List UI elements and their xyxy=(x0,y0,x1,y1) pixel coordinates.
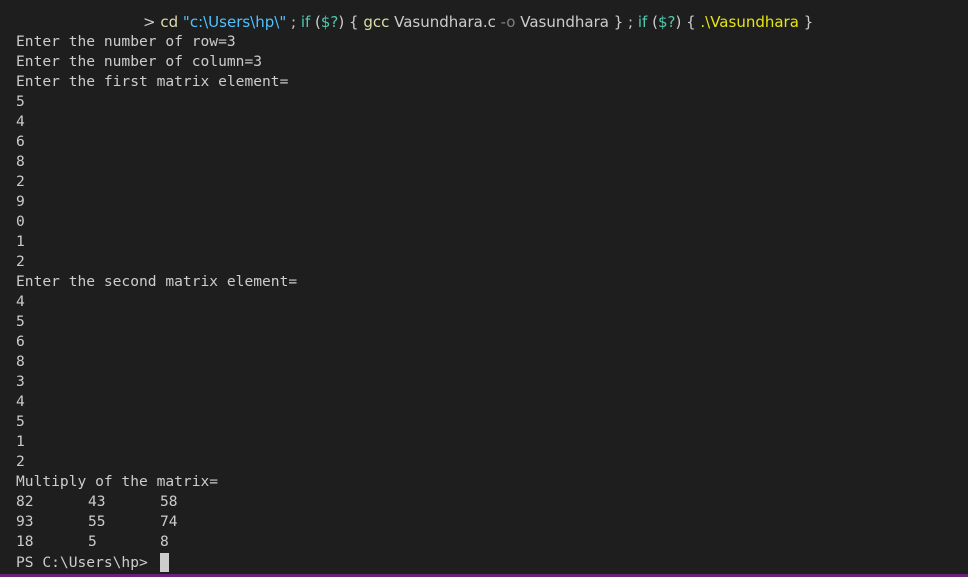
command-token: .\Vasundhara xyxy=(700,13,799,31)
output-line: 4 xyxy=(16,293,25,310)
output-line: 2 xyxy=(16,253,25,270)
terminal-panel[interactable]: > cd "c:\Users\hp\" ; if ($?) { gcc Vasu… xyxy=(0,0,968,574)
output-line: Enter the number of row=3 xyxy=(16,33,236,50)
command-token: -o xyxy=(500,13,516,31)
output-line: 6 xyxy=(16,133,25,150)
matrix-cell: 43 xyxy=(88,493,106,510)
output-line: Enter the first matrix element= xyxy=(16,73,289,90)
output-line: 4 xyxy=(16,113,25,130)
command-token: ) { xyxy=(338,13,364,31)
command-token: $? xyxy=(320,13,339,31)
output-line: 8 xyxy=(16,153,25,170)
output-line: 9 xyxy=(16,193,25,210)
command-token: if xyxy=(300,13,311,31)
output-line: 0 xyxy=(16,213,25,230)
output-line: Enter the second matrix element= xyxy=(16,273,298,290)
matrix-cell: 8 xyxy=(160,533,169,550)
command-token: gcc xyxy=(363,13,390,31)
matrix-cell: 74 xyxy=(160,513,178,530)
matrix-cell: 93 xyxy=(16,513,34,530)
matrix-cell: 18 xyxy=(16,533,34,550)
output-line: 5 xyxy=(16,413,25,430)
shell-prompt: PS C:\Users\hp> xyxy=(16,554,148,571)
command-token: } xyxy=(798,13,814,31)
output-line: Enter the number of column=3 xyxy=(16,53,263,70)
command-token: ; xyxy=(286,13,301,31)
command-token: "c:\Users\hp\" xyxy=(182,13,287,31)
command-token: cd xyxy=(160,13,179,31)
output-line: 2 xyxy=(16,173,25,190)
command-token: ) { xyxy=(675,13,701,31)
command-text: cd "c:\Users\hp\" ; if ($?) { gcc Vasund… xyxy=(160,13,813,31)
output-line: 1 xyxy=(16,233,25,250)
matrix-cell: 55 xyxy=(88,513,106,530)
matrix-cell: 82 xyxy=(16,493,34,510)
command-token: $? xyxy=(657,13,676,31)
output-line: 2 xyxy=(16,453,25,470)
output-line: 8 xyxy=(16,353,25,370)
output-line: 3 xyxy=(16,373,25,390)
output-line: 6 xyxy=(16,333,25,350)
output-line: 5 xyxy=(16,313,25,330)
command-line: > cd "c:\Users\hp\" ; if ($?) { gcc Vasu… xyxy=(143,12,813,32)
command-token: ( xyxy=(310,13,321,31)
output-line: 1 xyxy=(16,433,25,450)
matrix-cell: 5 xyxy=(88,533,97,550)
output-line: 4 xyxy=(16,393,25,410)
command-token: Vasundhara.c xyxy=(389,13,501,31)
text-cursor xyxy=(160,553,169,572)
output-line: 5 xyxy=(16,93,25,110)
matrix-cell: 58 xyxy=(160,493,178,510)
command-token: ( xyxy=(647,13,658,31)
output-line: Multiply of the matrix= xyxy=(16,473,219,490)
command-token: if xyxy=(637,13,648,31)
prompt-chevron: > xyxy=(143,13,156,31)
command-token: Vasundhara } ; xyxy=(515,13,638,31)
